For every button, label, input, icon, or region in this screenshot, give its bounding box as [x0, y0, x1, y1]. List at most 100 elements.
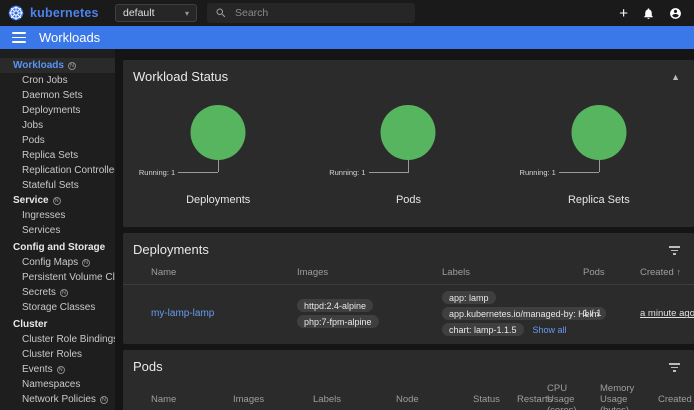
namespaced-icon: N	[68, 62, 76, 70]
image-chip: php:7-fpm-alpine	[297, 315, 379, 328]
main-content: Workload Status ▲ Running: 1 Deployments	[115, 49, 694, 410]
pods-table-header: Name Images Labels Node Status Restarts …	[123, 382, 694, 410]
sidebar-item-jobs[interactable]: Jobs	[0, 118, 115, 133]
pie-legend-running: Running: 1	[520, 168, 556, 177]
chart-title-deployments: Deployments	[123, 194, 313, 206]
sidebar-item-storage-classes[interactable]: Storage Classes	[0, 300, 115, 315]
topbar: kubernetes default ▾ +	[0, 0, 694, 26]
namespaced-icon: N	[82, 259, 90, 267]
user-account-icon[interactable]	[669, 7, 682, 20]
show-all-link[interactable]: Show all	[533, 325, 567, 335]
sidebar-item-network-policies[interactable]: Network Policies N	[0, 392, 115, 407]
sidebar-item-secrets[interactable]: Secrets N	[0, 285, 115, 300]
sidebar-item-service[interactable]: Service N	[0, 193, 115, 208]
chart-title-replica-sets: Replica Sets	[504, 194, 694, 206]
pods-card: Pods Name Images Labels Node Status Rest…	[123, 350, 694, 410]
page-title: Workloads	[39, 30, 100, 45]
filter-icon[interactable]	[669, 244, 680, 255]
pie-legend-running: Running: 1	[329, 168, 365, 177]
kubernetes-logo-icon	[8, 5, 24, 21]
image-chip: httpd:2.4-alpine	[297, 299, 373, 312]
col-images[interactable]: Images	[233, 395, 313, 406]
namespace-selector[interactable]: default ▾	[115, 4, 197, 22]
sidebar-section-cluster: Cluster	[0, 317, 115, 332]
sidebar-item-config-maps[interactable]: Config Maps N	[0, 255, 115, 270]
workload-status-charts: Running: 1 Deployments Running: 1 Pods	[123, 92, 694, 216]
deployment-pods-count: 1 / 1	[583, 308, 640, 319]
deployment-created[interactable]: a minute ago	[640, 308, 694, 319]
namespaced-icon: N	[53, 197, 61, 205]
pods-pie-chart: Running: 1 Pods	[313, 92, 503, 216]
menu-hamburger-icon[interactable]	[12, 32, 26, 42]
search-input[interactable]	[235, 7, 385, 19]
col-created[interactable]: Created ↑	[658, 394, 694, 406]
namespace-value: default	[123, 7, 155, 19]
workload-status-card: Workload Status ▲ Running: 1 Deployments	[123, 60, 694, 227]
deployment-table-row: my-lamp-lamp httpd:2.4-alpine php:7-fpm-…	[123, 285, 694, 344]
col-images[interactable]: Images	[297, 268, 442, 279]
col-pods[interactable]: Pods	[583, 268, 640, 279]
sidebar-item-workloads[interactable]: Workloads N	[0, 58, 115, 73]
label-chip: chart: lamp-1.1.5	[442, 323, 524, 336]
col-memory-usage[interactable]: Memory Usage (bytes)	[600, 384, 658, 410]
sidebar-item-replication-controllers[interactable]: Replication Controllers	[0, 163, 115, 178]
col-node[interactable]: Node	[396, 395, 473, 406]
sidebar-item-daemon-sets[interactable]: Daemon Sets	[0, 88, 115, 103]
deployments-table-header: Name Images Labels Pods Created ↑	[123, 265, 694, 285]
create-resource-button[interactable]: +	[619, 6, 628, 21]
sidebar-item-ingresses[interactable]: Ingresses	[0, 208, 115, 223]
label-chip: app: lamp	[442, 291, 496, 304]
deployments-card-title: Deployments	[133, 242, 209, 257]
sidebar-item-cluster-roles[interactable]: Cluster Roles	[0, 347, 115, 362]
chevron-down-icon: ▾	[185, 9, 189, 18]
replica-sets-pie[interactable]	[571, 105, 626, 160]
sidebar-item-persistent-volume-claims[interactable]: Persistent Volume Claims N	[0, 270, 115, 285]
sidebar-item-events[interactable]: Events N	[0, 362, 115, 377]
replica-sets-pie-chart: Running: 1 Replica Sets	[504, 92, 694, 216]
brand-link[interactable]: kubernetes	[0, 5, 108, 21]
brand-name: kubernetes	[30, 6, 99, 20]
col-name[interactable]: Name	[151, 395, 233, 406]
namespaced-icon: N	[100, 396, 108, 404]
sidebar-item-namespaces[interactable]: Namespaces	[0, 377, 115, 392]
sidebar-item-deployments[interactable]: Deployments	[0, 103, 115, 118]
search-box[interactable]	[207, 3, 415, 23]
col-restarts[interactable]: Restarts	[517, 395, 547, 406]
col-cpu-usage[interactable]: CPU Usage (cores)	[547, 384, 600, 410]
filter-icon[interactable]	[669, 361, 680, 372]
collapse-chevron-up-icon[interactable]: ▲	[671, 72, 680, 82]
sidebar-nav: Workloads N Cron Jobs Daemon Sets Deploy…	[0, 49, 115, 410]
deployment-labels: app: lamp app.kubernetes.io/managed-by: …	[442, 290, 583, 338]
sidebar-section-config-and-storage: Config and Storage	[0, 240, 115, 255]
col-status[interactable]: Status	[473, 395, 517, 406]
col-labels[interactable]: Labels	[442, 268, 583, 279]
appbar: Workloads	[0, 26, 694, 49]
deployments-pie-chart: Running: 1 Deployments	[123, 92, 313, 216]
sidebar-item-stateful-sets[interactable]: Stateful Sets	[0, 178, 115, 193]
namespaced-icon: N	[57, 366, 65, 374]
deployments-card: Deployments Name Images Labels Pods Crea…	[123, 233, 694, 344]
pods-pie[interactable]	[381, 105, 436, 160]
label-chip: app.kubernetes.io/managed-by: Helm	[442, 307, 606, 320]
col-created[interactable]: Created ↑	[640, 267, 694, 279]
sidebar-item-cron-jobs[interactable]: Cron Jobs	[0, 73, 115, 88]
sort-ascending-icon: ↑	[676, 267, 681, 277]
pods-card-title: Pods	[133, 359, 163, 374]
col-name[interactable]: Name	[151, 268, 297, 279]
col-labels[interactable]: Labels	[313, 395, 396, 406]
deployment-name-link[interactable]: my-lamp-lamp	[151, 308, 297, 319]
deployment-images: httpd:2.4-alpine php:7-fpm-alpine	[297, 298, 442, 330]
notifications-bell-icon[interactable]	[642, 7, 655, 20]
search-icon	[215, 7, 227, 19]
deployments-pie[interactable]	[191, 105, 246, 160]
sidebar-item-pods[interactable]: Pods	[0, 133, 115, 148]
sidebar-item-replica-sets[interactable]: Replica Sets	[0, 148, 115, 163]
workload-status-title: Workload Status	[133, 69, 228, 84]
topbar-actions: +	[619, 6, 694, 21]
sidebar-item-services[interactable]: Services	[0, 223, 115, 238]
pie-legend-running: Running: 1	[139, 168, 175, 177]
chart-title-pods: Pods	[313, 194, 503, 206]
namespaced-icon: N	[60, 289, 68, 297]
sidebar-item-cluster-role-bindings[interactable]: Cluster Role Bindings	[0, 332, 115, 347]
kubernetes-dashboard: kubernetes default ▾ + Workloads	[0, 0, 694, 410]
